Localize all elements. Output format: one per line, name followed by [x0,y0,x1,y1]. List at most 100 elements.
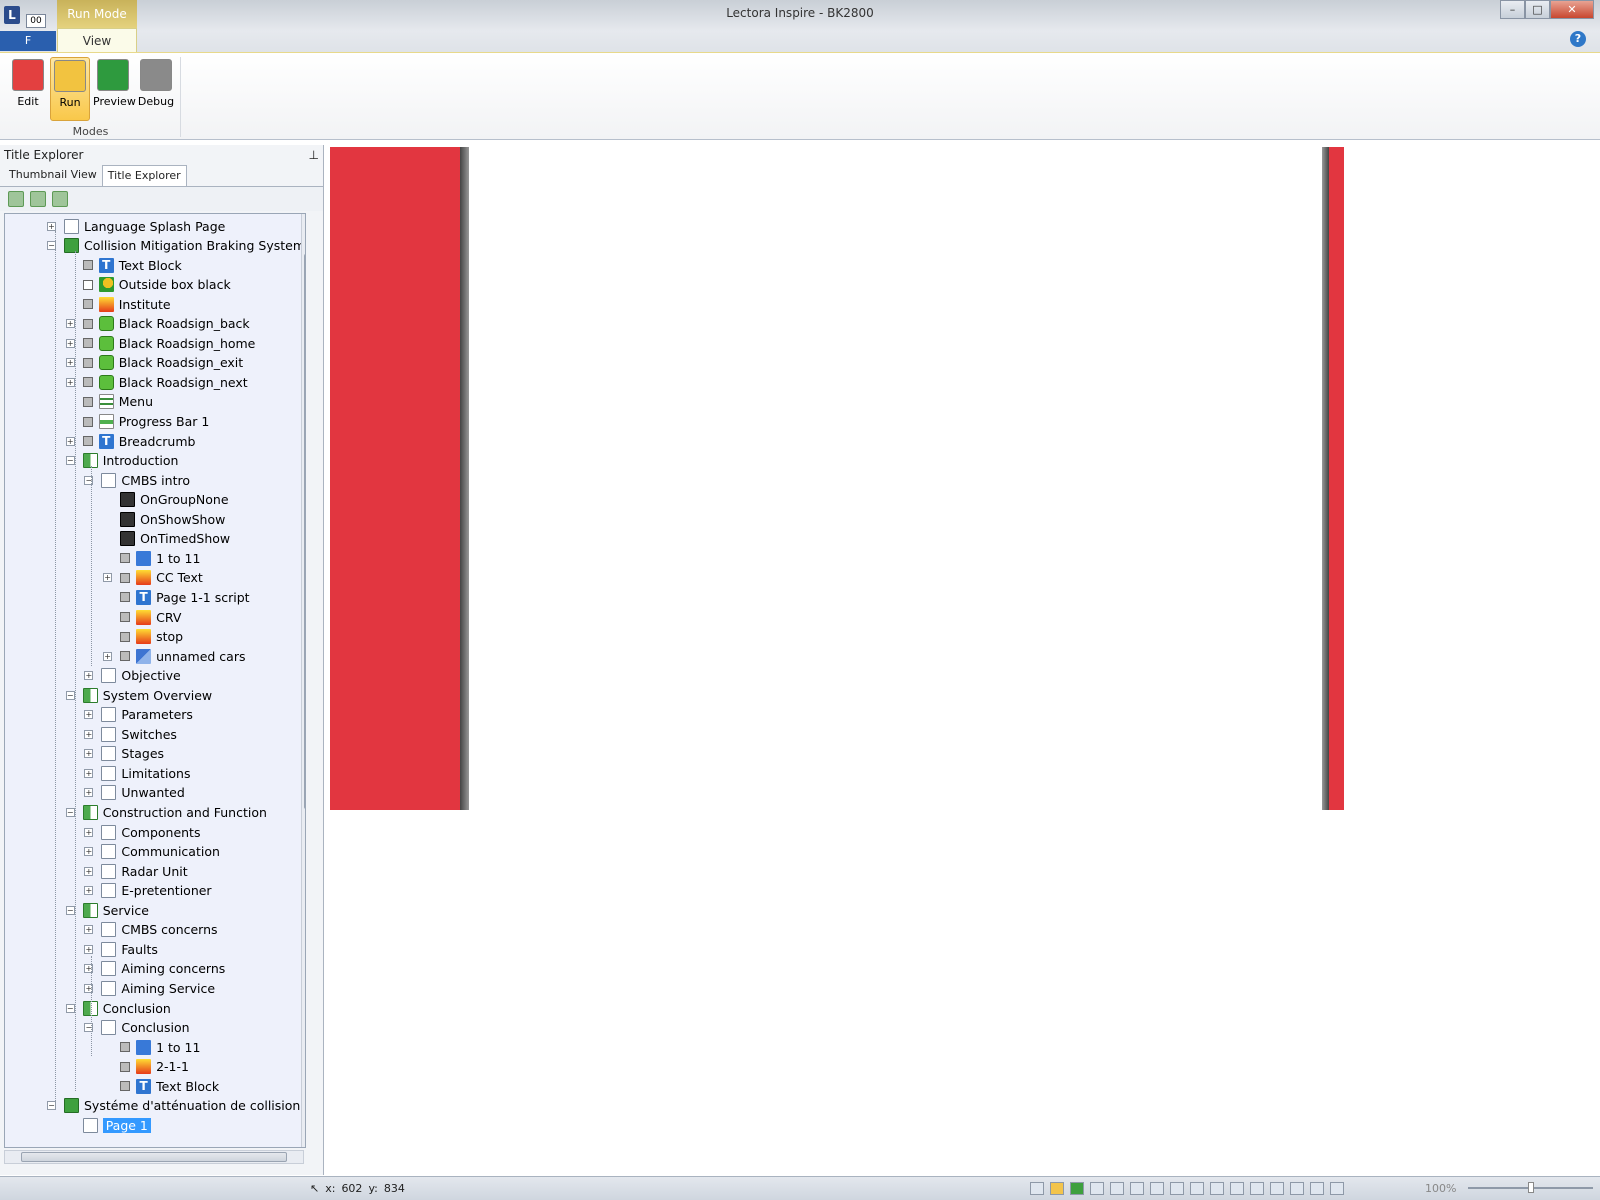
visibility-checkbox[interactable] [120,1061,131,1072]
tree-item[interactable]: − Systéme d'atténuation de collision [47,1096,300,1116]
visibility-checkbox[interactable] [120,612,131,622]
expand-icon[interactable]: + [84,827,94,837]
tree-item[interactable]: − Collision Mitigation Braking System [47,236,305,256]
tree-item[interactable]: + Faults [84,939,158,959]
visibility-checkbox[interactable] [82,377,93,388]
run-mode-icon[interactable] [1050,1182,1064,1195]
tree-item[interactable]: Page 1 [66,1115,151,1135]
tree-item[interactable]: + unnamed cars [103,646,245,666]
align-right-icon[interactable] [1150,1182,1164,1195]
distribute-vertical-icon[interactable] [1250,1182,1264,1195]
tree-item[interactable]: + Communication [84,842,220,862]
visibility-checkbox[interactable] [82,260,93,271]
expand-icon[interactable]: + [65,319,75,329]
collapse-icon[interactable]: − [84,1023,94,1033]
expand-icon[interactable]: + [65,436,75,446]
tree-item[interactable]: + Limitations [84,763,191,783]
expand-icon[interactable]: + [103,651,113,661]
tree-item[interactable]: + Aiming concerns [84,959,225,979]
align-middle-icon[interactable] [1190,1182,1204,1195]
tree-item[interactable]: − Service [65,900,149,920]
expand-icon[interactable]: + [84,925,94,935]
vertical-scrollbar[interactable]: ▲ ▼ [301,214,305,1147]
visibility-checkbox[interactable] [120,572,131,583]
add-section-icon[interactable] [52,191,68,207]
help-icon[interactable]: ? [1570,31,1586,47]
tree-item[interactable]: OnTimedShow [103,529,230,549]
tree-item[interactable]: + Black Roadsign_next [65,372,248,392]
tab-thumbnail-view[interactable]: Thumbnail View [4,165,102,186]
collapse-icon[interactable]: − [65,690,75,700]
tree-item[interactable]: + Parameters [84,705,193,725]
visibility-checkbox[interactable] [120,592,131,603]
distribute-horizontal-icon[interactable] [1230,1182,1244,1195]
visibility-checkbox[interactable] [82,416,93,427]
visibility-checkbox[interactable] [82,299,93,310]
tab-title-explorer[interactable]: Title Explorer [101,165,187,186]
align-center-icon[interactable] [1130,1182,1144,1195]
collapse-icon[interactable]: − [65,808,75,817]
edit-mode-icon[interactable] [1030,1182,1044,1195]
tab-view[interactable]: View [57,28,137,52]
align-bottom-icon[interactable] [1210,1182,1224,1195]
run-mode-button[interactable]: Run [50,57,90,121]
collapse-icon[interactable]: − [65,1003,75,1013]
scroll-thumb[interactable] [304,254,305,809]
tree-item[interactable]: + Black Roadsign_exit [65,353,243,373]
tree-item[interactable]: CRV [103,607,181,627]
zoom-knob[interactable] [1528,1182,1534,1193]
visibility-checkbox[interactable] [82,279,93,290]
tree-item[interactable]: − Conclusion [84,1018,190,1038]
expand-icon[interactable]: + [84,847,94,857]
tree-item[interactable]: − Conclusion [65,998,171,1018]
expand-icon[interactable]: + [65,377,75,387]
tree-item[interactable]: + CMBS concerns [84,920,218,940]
maximize-button[interactable]: □ [1525,0,1550,19]
expand-icon[interactable]: + [47,221,56,231]
tree-item[interactable]: T Text Block [103,1076,219,1096]
collapse-icon[interactable]: − [65,456,75,466]
close-button[interactable]: ✕ [1550,0,1594,19]
tree-item[interactable]: OnGroupNone [103,490,229,510]
expand-icon[interactable]: + [84,768,94,778]
tree-item[interactable]: T Text Block [66,255,182,275]
tree-item[interactable]: Outside box black [66,275,231,295]
hscroll-thumb[interactable] [21,1152,287,1162]
tree-item[interactable]: + Radar Unit [84,861,188,881]
add-chapter-icon[interactable] [30,191,46,207]
expand-icon[interactable]: + [84,710,94,720]
tree-item[interactable]: + Objective [84,666,181,686]
expand-icon[interactable]: + [84,886,94,896]
tree-item[interactable]: − Introduction [65,451,178,471]
expand-icon[interactable]: + [65,358,75,368]
visibility-checkbox[interactable] [82,357,93,368]
tree-item[interactable]: + Black Roadsign_home [65,333,255,353]
tree-item[interactable]: Institute [66,294,171,314]
tree-item[interactable]: + Aiming Service [84,978,215,998]
expand-icon[interactable]: + [103,573,113,583]
tree-item[interactable]: − System Overview [65,685,212,705]
zoom-slider[interactable] [1468,1182,1593,1193]
tree-item[interactable]: + Stages [84,744,164,764]
align-top-icon[interactable] [1170,1182,1184,1195]
tree-item[interactable]: OnShowShow [103,509,225,529]
visibility-checkbox[interactable] [120,651,131,662]
tree-item[interactable]: + Unwanted [84,783,185,803]
visibility-checkbox[interactable] [82,338,93,349]
expand-icon[interactable]: + [65,338,75,348]
tree-item[interactable]: + E-pretentioner [84,881,212,901]
align-left-icon[interactable] [1110,1182,1124,1195]
collapse-icon[interactable]: − [84,475,94,485]
tree-item[interactable]: 2-1-1 [103,1057,189,1077]
visibility-checkbox[interactable] [120,1081,131,1092]
expand-icon[interactable]: + [84,983,94,993]
expand-icon[interactable]: + [84,729,94,739]
tree-item[interactable]: 1 to 11 [103,1037,200,1057]
expand-icon[interactable]: + [84,944,94,954]
file-tab[interactable]: F [0,31,56,51]
tree-item[interactable]: Menu [66,392,153,412]
tree-item[interactable]: + T Breadcrumb [65,431,195,451]
collapse-icon[interactable]: − [47,1101,56,1111]
tree-item[interactable]: − Construction and Function [65,803,267,823]
edit-mode-button[interactable]: Edit [8,57,48,121]
